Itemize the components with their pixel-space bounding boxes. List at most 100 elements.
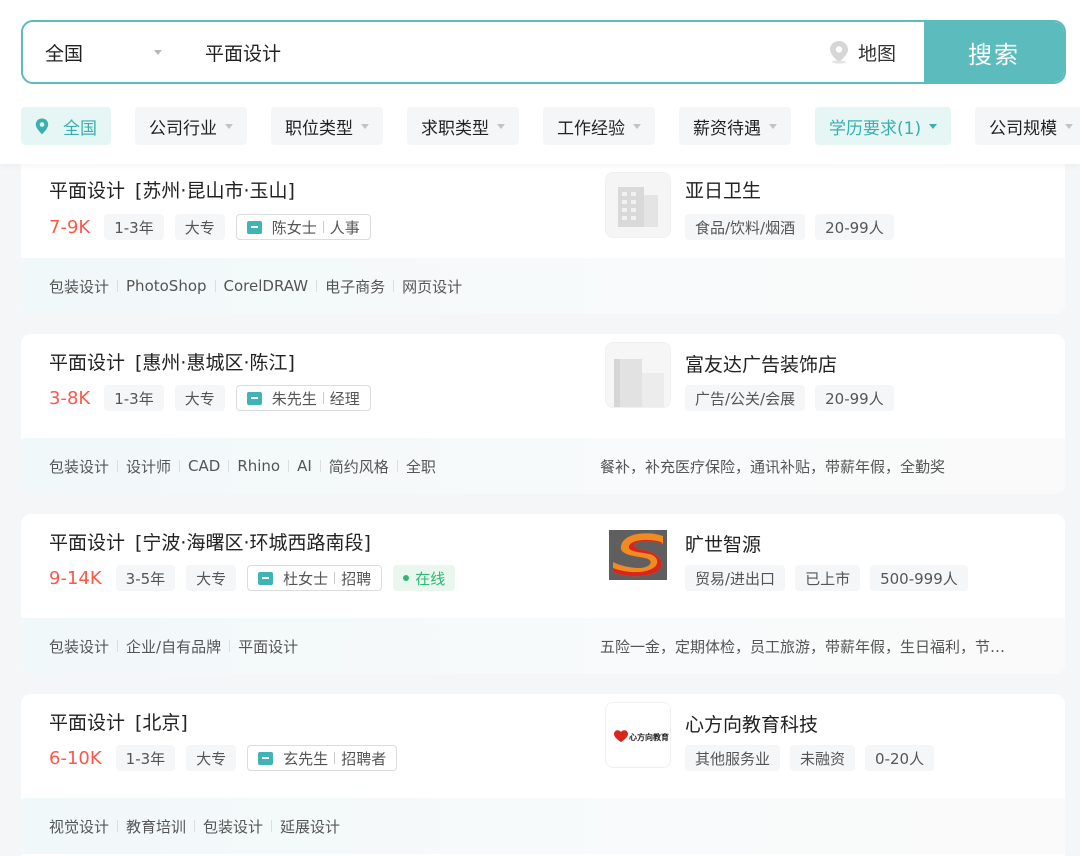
filter-city[interactable]: 全国 xyxy=(21,107,111,145)
filter-experience[interactable]: 工作经验 xyxy=(543,107,655,145)
recruiter-role: 经理 xyxy=(329,389,360,408)
size-tag: 0-20人 xyxy=(865,745,935,771)
job-title-text: 平面设计 xyxy=(49,532,126,554)
financing-tag: 未融资 xyxy=(790,745,856,771)
job-area: [北京] xyxy=(135,712,188,734)
divider xyxy=(229,640,231,652)
filter-job-type[interactable]: 求职类型 xyxy=(407,107,519,145)
job-card[interactable]: 平面设计 [宁波·海曙区·环城西路南段] 9-14K 3-5年 大专 杜女士 招聘 … xyxy=(21,514,1065,674)
divider xyxy=(117,640,119,652)
skill-tag: 平面设计 xyxy=(238,637,299,656)
filter-label: 职位类型 xyxy=(285,118,353,139)
recruiter-chat[interactable]: 朱先生 经理 xyxy=(235,385,371,411)
chat-icon xyxy=(246,391,262,405)
filter-label: 学历要求(1) xyxy=(829,118,922,139)
chevron-down-icon xyxy=(633,123,641,129)
job-card[interactable]: 平面设计 [北京] 6-10K 1-3年 大专 玄先生 招聘者 心方向教育 心方向教… xyxy=(21,694,1065,856)
skill-tag: 包装设计 xyxy=(203,817,264,836)
company-logo[interactable] xyxy=(605,342,671,408)
divider xyxy=(214,280,216,292)
company-name[interactable]: 富友达广告装饰店 xyxy=(685,350,837,377)
industry-tag: 食品/饮料/烟酒 xyxy=(685,214,806,240)
building-icon xyxy=(606,343,670,407)
filter-position-type[interactable]: 职位类型 xyxy=(271,107,383,145)
company-logo[interactable]: 心方向教育 xyxy=(605,702,671,768)
size-tag: 500-999人 xyxy=(870,565,968,591)
search-button[interactable]: 搜索 xyxy=(924,22,1064,82)
company-tags: 贸易/进出口 已上市 500-999人 xyxy=(685,565,978,591)
online-dot-icon xyxy=(403,575,410,581)
job-card[interactable]: 平面设计 [惠州·惠城区·陈江] 3-8K 1-3年 大专 朱先生 经理 富友达广告… xyxy=(21,334,1065,494)
recruiter-name: 玄先生 xyxy=(283,749,329,768)
filter-company-size[interactable]: 公司规模 xyxy=(975,107,1080,145)
divider xyxy=(117,460,119,472)
salary: 7-9K xyxy=(49,216,91,238)
job-area: [苏州·昆山市·玉山] xyxy=(135,180,295,202)
chat-icon xyxy=(258,571,274,585)
map-button[interactable]: 地图 xyxy=(828,22,924,82)
company-name[interactable]: 心方向教育科技 xyxy=(685,710,818,737)
chevron-down-icon xyxy=(154,50,162,55)
education-tag: 大专 xyxy=(186,565,237,591)
recruiter-chat[interactable]: 陈女士 人事 xyxy=(235,214,371,240)
divider xyxy=(117,820,119,832)
divider xyxy=(194,820,196,832)
job-title[interactable]: 平面设计 [惠州·惠城区·陈江] xyxy=(49,348,295,375)
job-title-text: 平面设计 xyxy=(49,352,126,374)
company-logo[interactable] xyxy=(605,522,671,588)
filter-education[interactable]: 学历要求(1) xyxy=(815,107,952,145)
divider xyxy=(322,221,324,233)
job-info-row: 9-14K 3-5年 大专 杜女士 招聘 在线 xyxy=(49,565,456,591)
online-label: 在线 xyxy=(415,569,446,588)
job-title[interactable]: 平面设计 [宁波·海曙区·环城西路南段] xyxy=(49,528,371,555)
divider xyxy=(271,820,273,832)
filter-label: 公司规模 xyxy=(989,118,1058,139)
search-input[interactable] xyxy=(183,22,828,82)
divider xyxy=(334,752,336,764)
company-logo[interactable] xyxy=(605,172,671,238)
chevron-down-icon xyxy=(929,123,938,129)
divider xyxy=(334,572,336,584)
filter-bar: 全国 公司行业 职位类型 求职类型 工作经验 薪资待遇 学历要求(1) 公司规模 xyxy=(21,107,1080,145)
skill-tag: 简约风格 xyxy=(328,457,389,476)
skill-tag: 企业/自有品牌 xyxy=(126,637,222,656)
search-header: 全国 地图 搜索 全国 公司行业 职位类型 求职类型 工作经验 薪资待遇 学历要… xyxy=(0,0,1080,164)
chevron-down-icon xyxy=(1065,123,1074,129)
city-select[interactable]: 全国 xyxy=(23,22,183,82)
location-pin-icon xyxy=(35,118,49,134)
job-card[interactable]: 平面设计 [苏州·昆山市·玉山] 7-9K 1-3年 大专 陈女士 人事 亚日卫… xyxy=(21,164,1065,314)
company-tags: 其他服务业 未融资 0-20人 xyxy=(685,745,944,771)
divider xyxy=(288,460,290,472)
divider xyxy=(228,460,230,472)
chevron-down-icon xyxy=(225,123,233,129)
company-name[interactable]: 旷世智源 xyxy=(685,530,761,557)
chevron-down-icon xyxy=(361,123,369,129)
divider xyxy=(396,460,398,472)
job-title[interactable]: 平面设计 [苏州·昆山市·玉山] xyxy=(49,176,295,203)
recruiter-name: 陈女士 xyxy=(271,218,317,237)
filter-label: 公司行业 xyxy=(149,118,217,139)
filter-city-label: 全国 xyxy=(63,118,97,139)
experience-tag: 3-5年 xyxy=(115,565,176,591)
online-status-badge: 在线 xyxy=(393,565,456,591)
company-tags: 广告/公关/会展 20-99人 xyxy=(685,385,904,411)
recruiter-chat[interactable]: 杜女士 招聘 xyxy=(247,565,383,591)
filter-label: 薪资待遇 xyxy=(693,118,761,139)
job-area: [宁波·海曙区·环城西路南段] xyxy=(135,532,371,554)
job-area: [惠州·惠城区·陈江] xyxy=(135,352,295,374)
skill-tag: CAD xyxy=(188,457,221,475)
filter-industry[interactable]: 公司行业 xyxy=(135,107,247,145)
education-tag: 大专 xyxy=(174,214,225,240)
welfare-text: 五险一金，定期体检，员工旅游，带薪年假，生日福利，节… xyxy=(600,637,1006,656)
city-select-label: 全国 xyxy=(45,42,84,65)
chat-icon xyxy=(246,220,262,234)
card-footer: 包装设计 PhotoShop CorelDRAW 电子商务 网页设计 xyxy=(21,258,1065,314)
filter-salary[interactable]: 薪资待遇 xyxy=(679,107,791,145)
company-name[interactable]: 亚日卫生 xyxy=(685,176,761,203)
industry-tag: 广告/公关/会展 xyxy=(685,385,806,411)
recruiter-chat[interactable]: 玄先生 招聘者 xyxy=(247,745,398,771)
divider xyxy=(117,280,119,292)
divider xyxy=(179,460,181,472)
job-title[interactable]: 平面设计 [北京] xyxy=(49,708,188,735)
size-tag: 20-99人 xyxy=(815,214,894,240)
